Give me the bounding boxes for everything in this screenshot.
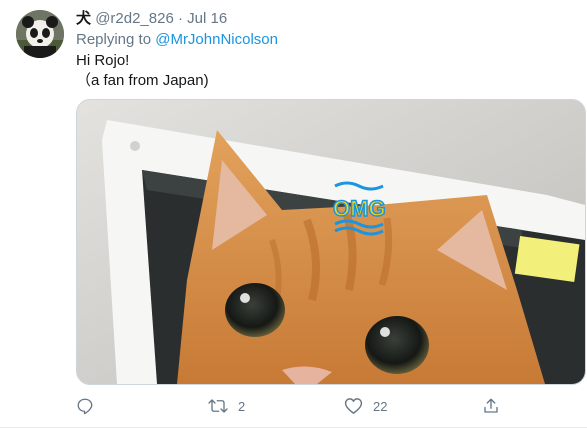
tweet[interactable]: 犬 @r2d2_826 · Jul 16 Replying to @MrJohn…	[0, 0, 587, 429]
retweet-icon	[208, 399, 228, 413]
retweet-count: 2	[238, 398, 246, 414]
user-handle[interactable]: @r2d2_826	[95, 10, 174, 27]
tweet-media-image[interactable]: OMG	[76, 99, 586, 385]
panda-avatar-image	[16, 10, 64, 58]
replying-to-mention[interactable]: @MrJohnNicolson	[155, 31, 278, 48]
tweet-text: Hi Rojo! （a fan from Japan)	[76, 51, 209, 91]
cat-photo	[77, 100, 585, 384]
tweet-text-line: Hi Rojo!	[76, 52, 130, 69]
heart-icon	[344, 398, 363, 414]
replying-to-line: Replying to @MrJohnNicolson	[76, 30, 278, 50]
tweet-divider	[0, 427, 587, 428]
reply-icon	[77, 398, 93, 415]
share-icon	[484, 398, 498, 413]
omg-sticker-text: OMG	[333, 196, 386, 221]
display-name[interactable]: 犬	[76, 10, 91, 27]
avatar[interactable]	[16, 10, 64, 58]
retweet-button[interactable]: 2	[208, 393, 245, 419]
separator-dot: ·	[177, 10, 183, 27]
like-count: 22	[373, 398, 388, 414]
share-button[interactable]	[482, 393, 500, 419]
like-button[interactable]: 22	[344, 393, 387, 419]
tweet-text-line: （a fan from Japan)	[76, 72, 209, 89]
tweet-header: 犬 @r2d2_826 · Jul 16	[76, 9, 227, 29]
tweet-date[interactable]: Jul 16	[187, 10, 227, 27]
reply-button[interactable]	[76, 393, 94, 419]
replying-prefix: Replying to	[76, 31, 152, 48]
omg-sticker: OMG	[332, 181, 386, 236]
tweet-actions: 2 22	[76, 393, 576, 419]
